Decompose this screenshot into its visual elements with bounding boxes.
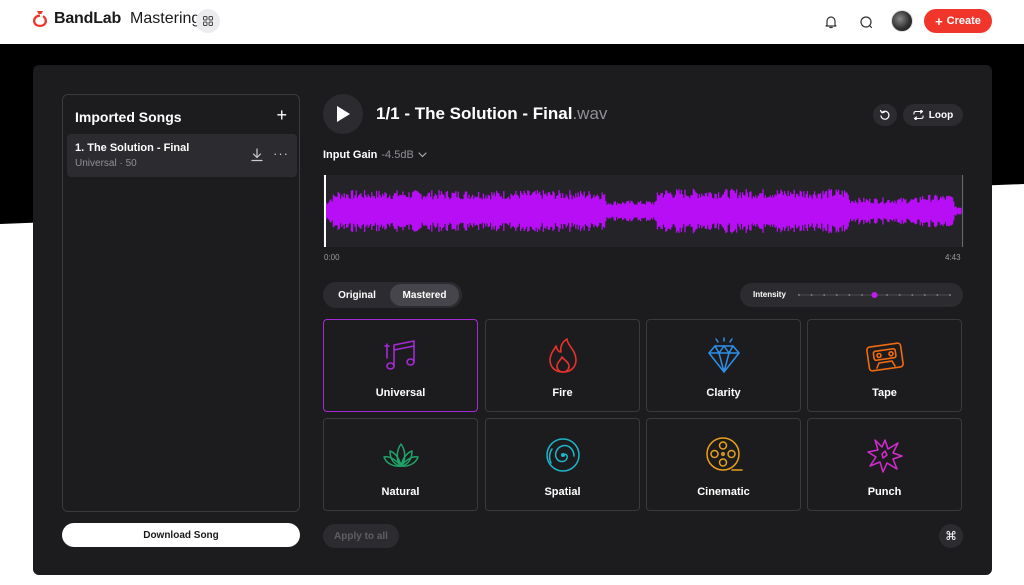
undo-icon	[879, 109, 890, 120]
song-list-item[interactable]: 1. The Solution - Final Universal · 50 ·…	[67, 134, 297, 177]
loop-button[interactable]: Loop	[903, 104, 963, 126]
download-icon[interactable]	[251, 148, 263, 162]
preset-punch[interactable]: Punch	[807, 418, 962, 511]
play-icon	[337, 106, 350, 122]
notifications-button[interactable]	[821, 12, 841, 32]
track-title: 1/1 - The Solution - Final.wav	[376, 104, 607, 124]
chevron-down-icon	[418, 152, 427, 158]
waveform-graphic	[324, 188, 962, 234]
track-extension: .wav	[572, 104, 608, 123]
intensity-step[interactable]	[936, 294, 939, 296]
intensity-step[interactable]	[949, 294, 951, 296]
keyboard-shortcuts-button[interactable]: ⌘	[939, 524, 963, 548]
flame-icon	[549, 338, 577, 373]
loop-icon	[913, 110, 924, 120]
song-name: 1. The Solution - Final	[75, 142, 190, 154]
preset-label: Punch	[867, 486, 902, 498]
brand-name: BandLab	[54, 10, 122, 27]
time-end: 4:43	[945, 253, 961, 262]
intensity-step[interactable]	[911, 294, 914, 296]
add-song-button[interactable]: +	[276, 105, 287, 126]
song-meta: Universal · 50	[75, 158, 137, 169]
loop-label: Loop	[928, 109, 954, 121]
input-gain-value: -4.5dB	[381, 149, 414, 161]
preset-label: Tape	[872, 387, 897, 399]
intensity-label: Intensity	[753, 290, 786, 299]
apply-to-all-button[interactable]: Apply to all	[323, 524, 399, 548]
imported-songs-panel: Imported Songs + 1. The Solution - Final…	[62, 94, 300, 512]
cassette-icon	[866, 342, 904, 372]
film-reel-icon	[706, 437, 743, 471]
bandlab-logo-icon	[33, 11, 47, 27]
download-song-button[interactable]: Download Song	[62, 523, 300, 547]
imported-songs-title: Imported Songs	[75, 109, 182, 125]
time-start: 0:00	[324, 253, 340, 262]
preset-fire[interactable]: Fire	[485, 319, 640, 412]
messages-button[interactable]	[856, 12, 876, 32]
intensity-step[interactable]	[898, 294, 901, 296]
apps-grid-icon	[203, 16, 213, 26]
music-notes-icon	[384, 340, 415, 370]
intensity-thumb[interactable]	[871, 292, 878, 298]
input-gain-label: Input Gain	[323, 149, 378, 161]
top-navigation: BandLab Mastering + Create	[0, 0, 1024, 44]
reset-button[interactable]	[873, 104, 897, 126]
waveform-end-marker	[962, 175, 963, 247]
preset-universal[interactable]: Universal	[323, 319, 478, 412]
create-button[interactable]: + Create	[924, 9, 992, 33]
spiral-galaxy-icon	[546, 438, 580, 472]
preset-clarity[interactable]: Clarity	[646, 319, 801, 412]
burst-icon	[867, 439, 903, 473]
intensity-step[interactable]	[848, 294, 851, 296]
command-icon: ⌘	[945, 529, 957, 543]
waveform[interactable]	[323, 175, 964, 247]
intensity-step[interactable]	[798, 294, 800, 296]
avatar[interactable]	[891, 10, 913, 32]
apps-button[interactable]	[196, 9, 220, 33]
bell-icon	[825, 16, 837, 29]
toggle-original[interactable]: Original	[326, 284, 388, 306]
diamond-icon	[708, 337, 740, 373]
intensity-track[interactable]	[795, 283, 955, 307]
toggle-mastered[interactable]: Mastered	[390, 284, 459, 306]
preset-label: Natural	[381, 486, 420, 498]
chat-icon	[860, 16, 873, 29]
preset-label: Universal	[375, 387, 426, 399]
intensity-step[interactable]	[886, 294, 889, 296]
plus-icon: +	[935, 13, 943, 29]
preset-natural[interactable]: Natural	[323, 418, 478, 511]
waveform-path	[324, 188, 962, 234]
track-title-text: 1/1 - The Solution - Final	[376, 104, 573, 123]
preset-spatial[interactable]: Spatial	[485, 418, 640, 511]
intensity-slider[interactable]: Intensity	[740, 283, 963, 307]
preset-label: Spatial	[544, 486, 581, 498]
preset-label: Cinematic	[697, 486, 750, 498]
lotus-icon	[383, 443, 419, 467]
intensity-step[interactable]	[810, 294, 813, 296]
create-label: Create	[946, 15, 981, 27]
input-gain-dropdown[interactable]: Input Gain -4.5dB	[323, 149, 427, 161]
playhead[interactable]	[324, 175, 326, 247]
plus-icon: +	[276, 105, 287, 125]
preset-label: Clarity	[706, 387, 741, 399]
brand-product: Mastering	[130, 10, 201, 27]
intensity-step[interactable]	[923, 294, 926, 296]
brand[interactable]: BandLab Mastering	[32, 10, 200, 28]
intensity-step[interactable]	[835, 294, 838, 296]
preset-label: Fire	[552, 387, 573, 399]
preset-tape[interactable]: Tape	[807, 319, 962, 412]
play-button[interactable]	[323, 94, 363, 134]
preset-cinematic[interactable]: Cinematic	[646, 418, 801, 511]
intensity-step[interactable]	[823, 294, 826, 296]
more-options-icon[interactable]: ···	[273, 146, 289, 161]
intensity-step[interactable]	[860, 294, 863, 296]
original-mastered-toggle: Original Mastered	[323, 282, 462, 308]
